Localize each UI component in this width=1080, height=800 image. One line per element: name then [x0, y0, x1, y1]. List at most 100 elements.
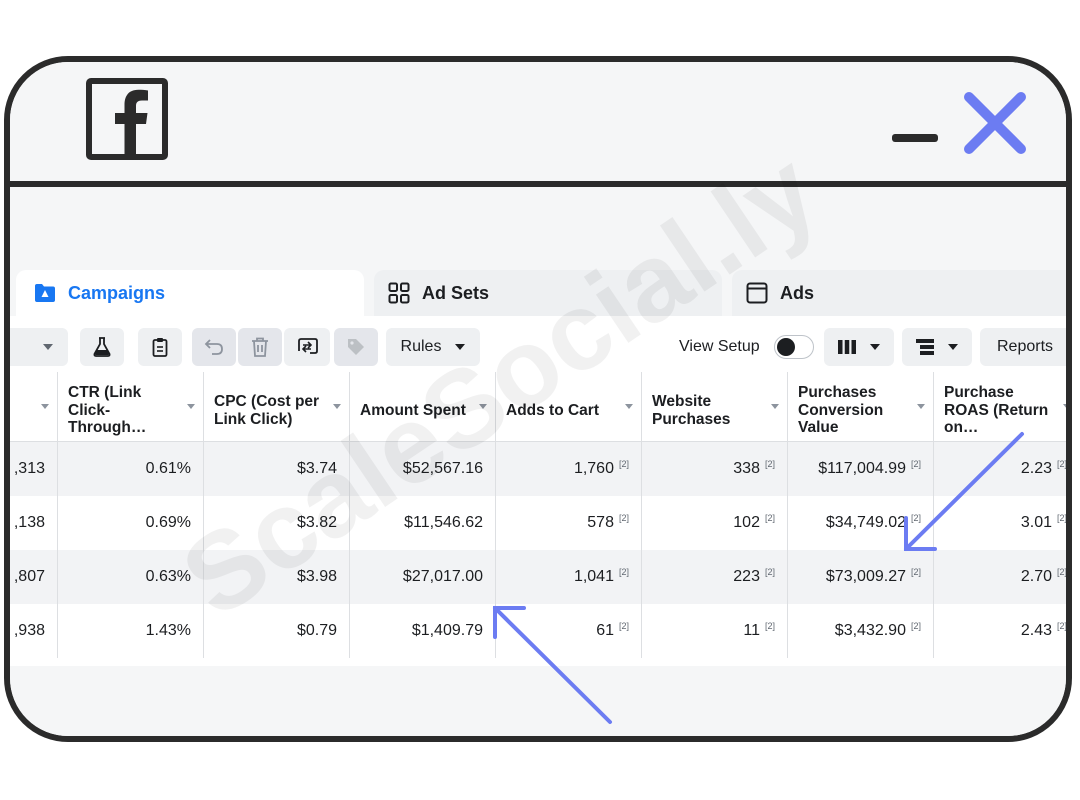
table-row[interactable]: ,807 0.63% $3.98 $27,017.00 1,041 [2] 223 [2] $7… — [10, 550, 1066, 604]
sort-icon[interactable] — [187, 404, 195, 409]
clipboard-icon — [152, 338, 168, 357]
table-cell: 61 [2] — [496, 604, 642, 658]
table-row[interactable]: ,138 0.69% $3.82 $11,546.62 578 [2] 102 [2] $34,… — [10, 496, 1066, 550]
minimize-icon[interactable] — [892, 134, 938, 142]
sort-icon[interactable] — [479, 404, 487, 409]
tab-ad-sets[interactable]: Ad Sets — [374, 270, 722, 316]
column-header-ctr[interactable]: CTR (Link Click-Through… — [58, 372, 204, 442]
tab-campaigns[interactable]: Campaigns — [16, 270, 364, 316]
sort-icon[interactable] — [1063, 404, 1066, 409]
ab-test-button[interactable] — [80, 328, 124, 366]
ad-window-icon — [746, 282, 768, 304]
column-header-amount-spent[interactable]: Amount Spent — [350, 372, 496, 442]
cell-value: 102 — [733, 514, 760, 531]
footnote-marker: [2] — [618, 459, 629, 469]
chevron-down-icon — [948, 344, 958, 350]
footnote-marker: [2] — [910, 459, 921, 469]
table-cell: $3.74 — [204, 442, 350, 496]
cell-value: $117,004.99 — [818, 460, 906, 477]
reports-button[interactable]: Reports — [980, 328, 1072, 366]
table-cell: ,138 — [10, 496, 58, 550]
delete-button[interactable] — [238, 328, 282, 366]
cell-value: $0.79 — [296, 622, 337, 639]
table-cell: $0.79 — [204, 604, 350, 658]
cell-value: 61 — [596, 622, 614, 639]
table-cell: ,807 — [10, 550, 58, 604]
cell-value: 2.23 — [1020, 460, 1052, 477]
footnote-marker: [2] — [910, 513, 921, 523]
columns-button[interactable] — [824, 328, 894, 366]
sort-icon[interactable] — [625, 404, 633, 409]
reports-label: Reports — [997, 338, 1054, 355]
footnote-marker: [2] — [910, 621, 921, 631]
table-cell: 0.63% — [58, 550, 204, 604]
duplicate-button[interactable] — [138, 328, 182, 366]
sort-icon[interactable] — [41, 404, 49, 409]
export-button[interactable] — [284, 328, 330, 366]
tab-label: Ad Sets — [422, 282, 490, 303]
cell-value: 2.70 — [1020, 568, 1052, 585]
table-cell: 338 [2] — [642, 442, 788, 496]
column-header-conversion-value[interactable]: Purchases Conversion Value — [788, 372, 934, 442]
column-header[interactable] — [10, 372, 58, 442]
rules-label: Rules — [400, 338, 442, 355]
cell-value: $34,749.02 — [825, 514, 906, 531]
table-cell: 1,760 [2] — [496, 442, 642, 496]
table-cell: $117,004.99 [2] — [788, 442, 934, 496]
sort-icon[interactable] — [333, 404, 341, 409]
dropdown-icon — [43, 344, 53, 350]
undo-button[interactable] — [192, 328, 236, 366]
column-header-purchase-roas[interactable]: Purchase ROAS (Return on… — [934, 372, 1066, 442]
view-setup-label: View Setup — [679, 338, 760, 355]
rules-button[interactable]: Rules — [386, 328, 480, 366]
tab-ads[interactable]: Ads — [732, 270, 1066, 316]
table-cell: $34,749.02 [2] — [788, 496, 934, 550]
close-icon[interactable] — [962, 90, 1028, 156]
tab-label: Campaigns — [68, 282, 166, 303]
table-cell: $27,017.00 — [350, 550, 496, 604]
table-cell: 2.70 [2] — [934, 550, 1066, 604]
table-cell: 223 [2] — [642, 550, 788, 604]
footnote-marker: [2] — [764, 621, 775, 631]
undo-icon — [204, 339, 223, 355]
table-cell: 2.43 [2] — [934, 604, 1067, 658]
browser-window: Campaigns Ad Sets Ads Rules View Setup R… — [4, 56, 1072, 742]
sort-icon[interactable] — [771, 404, 779, 409]
column-header-website-purchases[interactable]: Website Purchases — [642, 372, 788, 442]
cell-value: ,807 — [13, 568, 45, 585]
chevron-down-icon — [1067, 344, 1072, 350]
view-setup-toggle[interactable] — [774, 335, 814, 359]
column-header-cpc[interactable]: CPC (Cost per Link Click) — [204, 372, 350, 442]
table-cell: 1,041 [2] — [496, 550, 642, 604]
cell-value: 11 — [743, 622, 760, 639]
trash-icon — [252, 337, 268, 357]
table-cell: 0.61% — [58, 442, 204, 496]
breakdown-button[interactable] — [902, 328, 972, 366]
breakdown-icon — [916, 339, 934, 355]
table-cell: 102 [2] — [642, 496, 788, 550]
chevron-down-icon — [870, 344, 880, 350]
table-row[interactable]: ,313 0.61% $3.74 $52,567.16 1,760 [2] 338 [2] $1… — [10, 442, 1066, 496]
table-cell: $1,409.79 — [350, 604, 496, 658]
cell-value: 1,760 — [573, 460, 614, 477]
table-cell: 1.43% — [58, 604, 204, 658]
cell-value: $73,009.27 — [825, 568, 906, 585]
cell-value: $3.74 — [296, 460, 337, 477]
cell-value: 2.43 — [1020, 622, 1052, 639]
create-dropdown-button[interactable] — [10, 328, 68, 366]
tag-icon — [348, 339, 364, 355]
table-row[interactable]: ,938 1.43% $0.79 $1,409.79 61 [2] 11 [2] $3,432.… — [10, 604, 1066, 658]
footnote-marker: [2] — [618, 621, 629, 631]
table-cell: ,313 — [10, 442, 58, 496]
cell-value: $1,409.79 — [411, 622, 483, 639]
table-cell: $3,432.90 [2] — [788, 604, 934, 658]
cell-value: 0.61% — [145, 460, 191, 477]
folder-icon — [35, 284, 55, 302]
table-cell: $52,567.16 — [350, 442, 496, 496]
footnote-marker: [2] — [1056, 621, 1067, 631]
tag-button[interactable] — [334, 328, 378, 366]
cell-value: $11,546.62 — [404, 514, 483, 531]
column-header-adds-to-cart[interactable]: Adds to Cart — [496, 372, 642, 442]
cell-value: ,938 — [13, 622, 45, 639]
sort-icon[interactable] — [917, 404, 925, 409]
